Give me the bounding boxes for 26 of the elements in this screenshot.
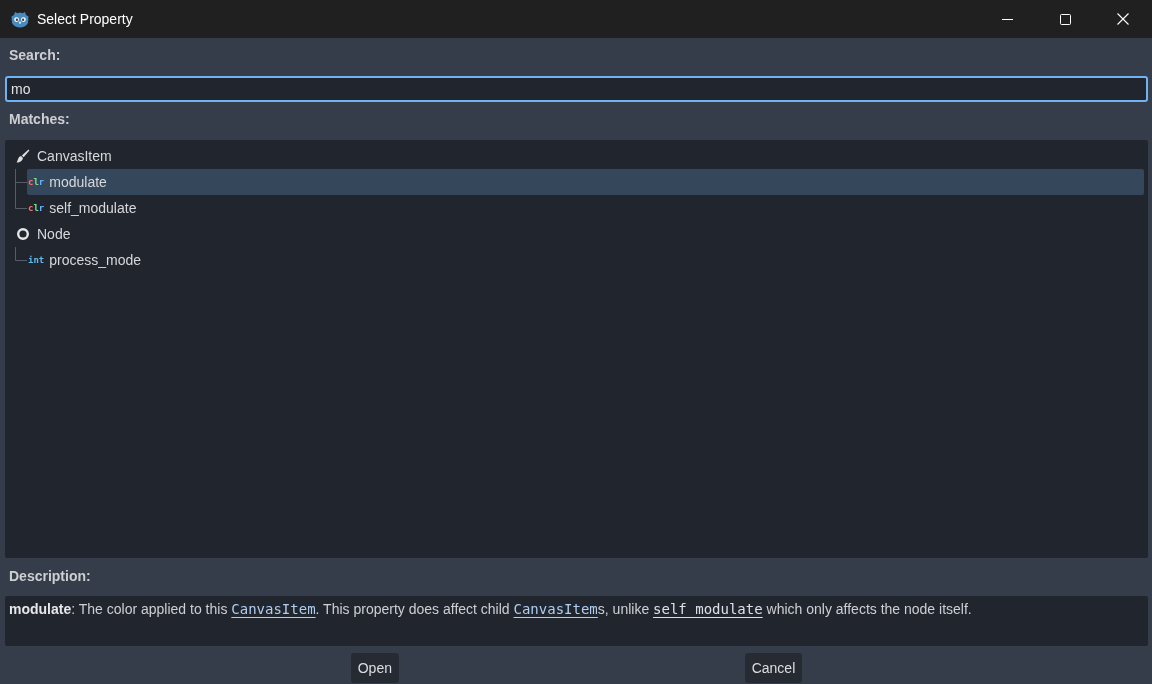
search-field[interactable]: mo xyxy=(5,76,1148,102)
class-link[interactable]: CanvasItem xyxy=(513,601,598,617)
ring-icon xyxy=(17,228,29,240)
minimize-icon xyxy=(1001,18,1013,20)
search-label: Search: xyxy=(9,46,61,64)
close-icon xyxy=(1117,13,1129,25)
dialog-button[interactable]: Open xyxy=(350,653,399,683)
member-link[interactable]: self_modulate xyxy=(653,601,763,617)
matches-label: Matches: xyxy=(9,110,70,128)
tree-item[interactable]: int process_mode xyxy=(27,247,1144,273)
maximize-icon xyxy=(1059,13,1071,25)
description-label: Description: xyxy=(9,567,91,585)
dialog-button[interactable]: Cancel xyxy=(744,653,803,683)
type-label: clr xyxy=(28,177,45,187)
type-label: clr xyxy=(28,203,45,213)
tree-item[interactable]: clr modulate xyxy=(27,169,1144,195)
tree-item[interactable]: CanvasItem xyxy=(14,143,1144,169)
tree-item[interactable]: clr self_modulate xyxy=(27,195,1144,221)
brush-icon xyxy=(16,149,30,163)
window-title: Select Property xyxy=(37,11,133,27)
tree-item[interactable]: Node xyxy=(14,221,1144,247)
class-link[interactable]: CanvasItem xyxy=(231,601,316,617)
robot-head-icon xyxy=(11,10,29,28)
type-label: int xyxy=(28,255,45,265)
description-text: modulate: The color applied to this CanvasItem. This property does affect child CanvasItems, unlike self_modulate which only affects the node itself. xyxy=(9,600,972,618)
tree-connector-line xyxy=(15,247,27,261)
